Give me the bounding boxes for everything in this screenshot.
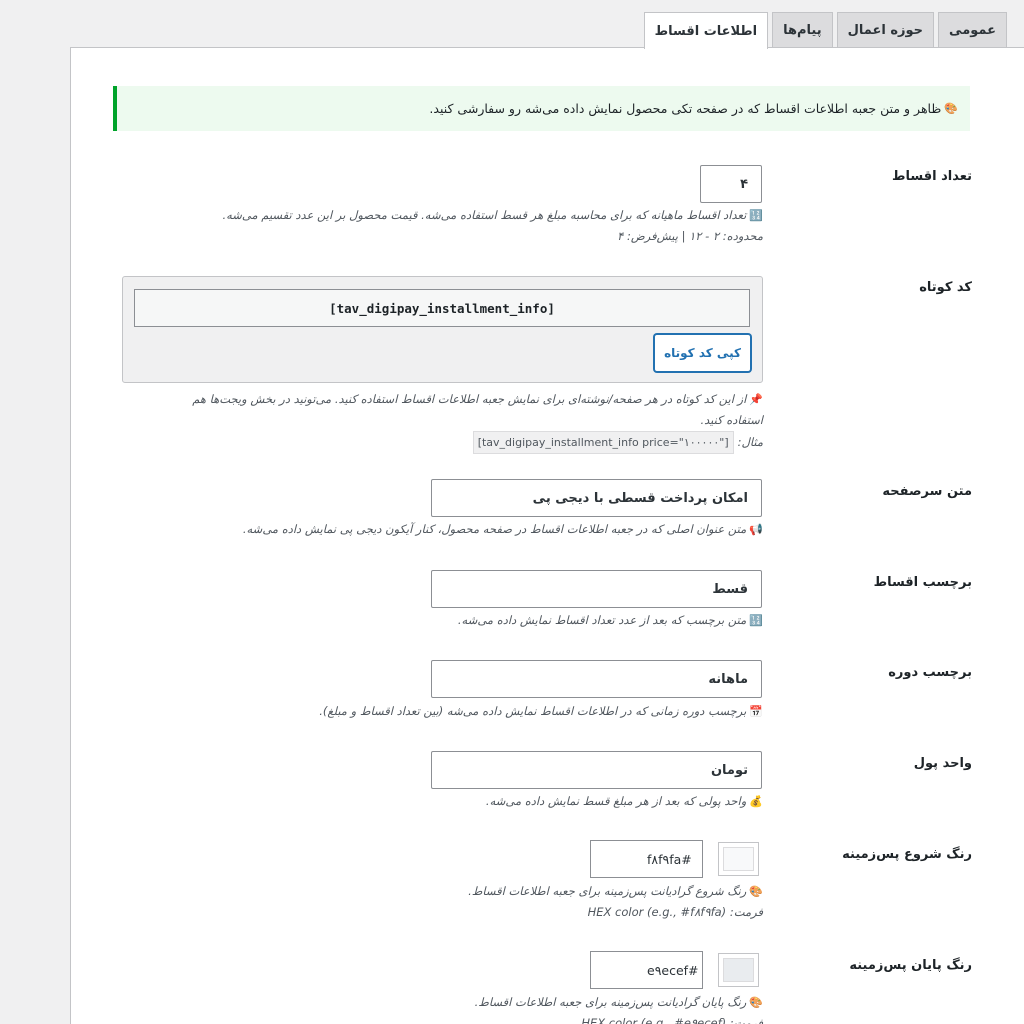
installment-label-description: 🔢متن برچسب که بعد از عدد تعداد اقساط نما… [457,613,763,627]
bg-end-swatch[interactable] [718,953,759,987]
example-label: مثال: [737,435,763,449]
shortcode-field[interactable]: [tav_digipay_installment_info] [134,289,750,327]
count-description: 🔢تعداد اقساط ماهیانه که برای محاسبه مبلغ… [222,208,763,243]
period-label-label: برچسب دوره [888,665,972,680]
bg-start-label: رنگ شروع پس‌زمینه [842,847,972,862]
shortcode-box: [tav_digipay_installment_info] کپی کد کو… [122,276,763,383]
bg-start-hex-input[interactable]: f۸f۹fa# [590,840,703,878]
installment-label-label: برچسب اقساط [873,575,972,590]
tab-installment-info[interactable]: اطلاعات اقساط [643,12,769,49]
bg-start-format: فرمت: HEX color (e.g., #f۸f۹fa) [587,905,763,919]
shortcode-description: 📌از این کد کوتاه در هر صفحه/نوشته‌ای برا… [123,389,763,454]
bg-end-label: رنگ پایان پس‌زمینه [849,958,972,973]
tab-messages[interactable]: پیام‌ها [772,12,833,48]
header-label: متن سرصفحه [882,484,972,499]
count-label: تعداد اقساط [892,169,972,184]
money-bag-icon: 💰 [749,795,763,808]
palette-icon: 🎨 [749,885,763,898]
settings-tabs: عمومی حوزه اعمال پیام‌ها اطلاعات اقساط [643,12,1007,49]
header-text-input[interactable]: امکان پرداخت قسطی با دیجی پی [431,479,762,517]
bg-end-description: 🎨رنگ پایان گرادیانت پس‌زمینه برای جعبه ا… [475,992,763,1024]
copy-shortcode-button[interactable]: کپی کد کوتاه [654,334,751,372]
currency-label: واحد پول [913,756,972,771]
count-input[interactable]: ۴ [700,165,762,203]
bg-end-hex-input[interactable]: e۹ecef# [590,951,703,989]
numbers-icon: 🔢 [749,209,763,222]
installment-label-input[interactable]: قسط [431,570,762,608]
currency-input[interactable]: تومان [431,751,762,789]
info-notice: 🎨 ظاهر و متن جعبه اطلاعات اقساط که در صف… [113,86,970,131]
megaphone-icon: 📢 [749,523,763,536]
bg-end-format: فرمت: HEX color (e.g., #e۹ecef) [581,1016,763,1024]
notice-text: ظاهر و متن جعبه اطلاعات اقساط که در صفحه… [429,101,942,116]
palette-icon: 🎨 [749,996,763,1009]
bg-start-swatch[interactable] [718,842,759,876]
calendar-icon: 📅 [749,705,763,718]
pushpin-icon: 📌 [749,393,763,406]
shortcode-label: کد کوتاه [919,280,972,295]
period-label-input[interactable]: ماهانه [431,660,762,698]
palette-icon: 🎨 [944,102,958,115]
example-code: [tav_digipay_installment_info price="۱۰۰… [472,431,734,454]
header-description: 📢متن عنوان اصلی که در جعبه اطلاعات اقساط… [242,522,763,536]
tab-general[interactable]: عمومی [938,12,1007,48]
count-range: محدوده: ۲ - ۱۲ | پیش‌فرض: ۴ [617,229,763,243]
period-description: 📅برچسب دوره زمانی که در اطلاعات اقساط نم… [319,704,763,718]
numbers-icon: 🔢 [749,614,763,627]
bg-start-description: 🎨رنگ شروع گرادیانت پس‌زمینه برای جعبه اط… [468,884,763,919]
currency-description: 💰واحد پولی که بعد از هر مبلغ قسط نمایش د… [485,794,763,808]
tab-scope[interactable]: حوزه اعمال [836,12,935,48]
